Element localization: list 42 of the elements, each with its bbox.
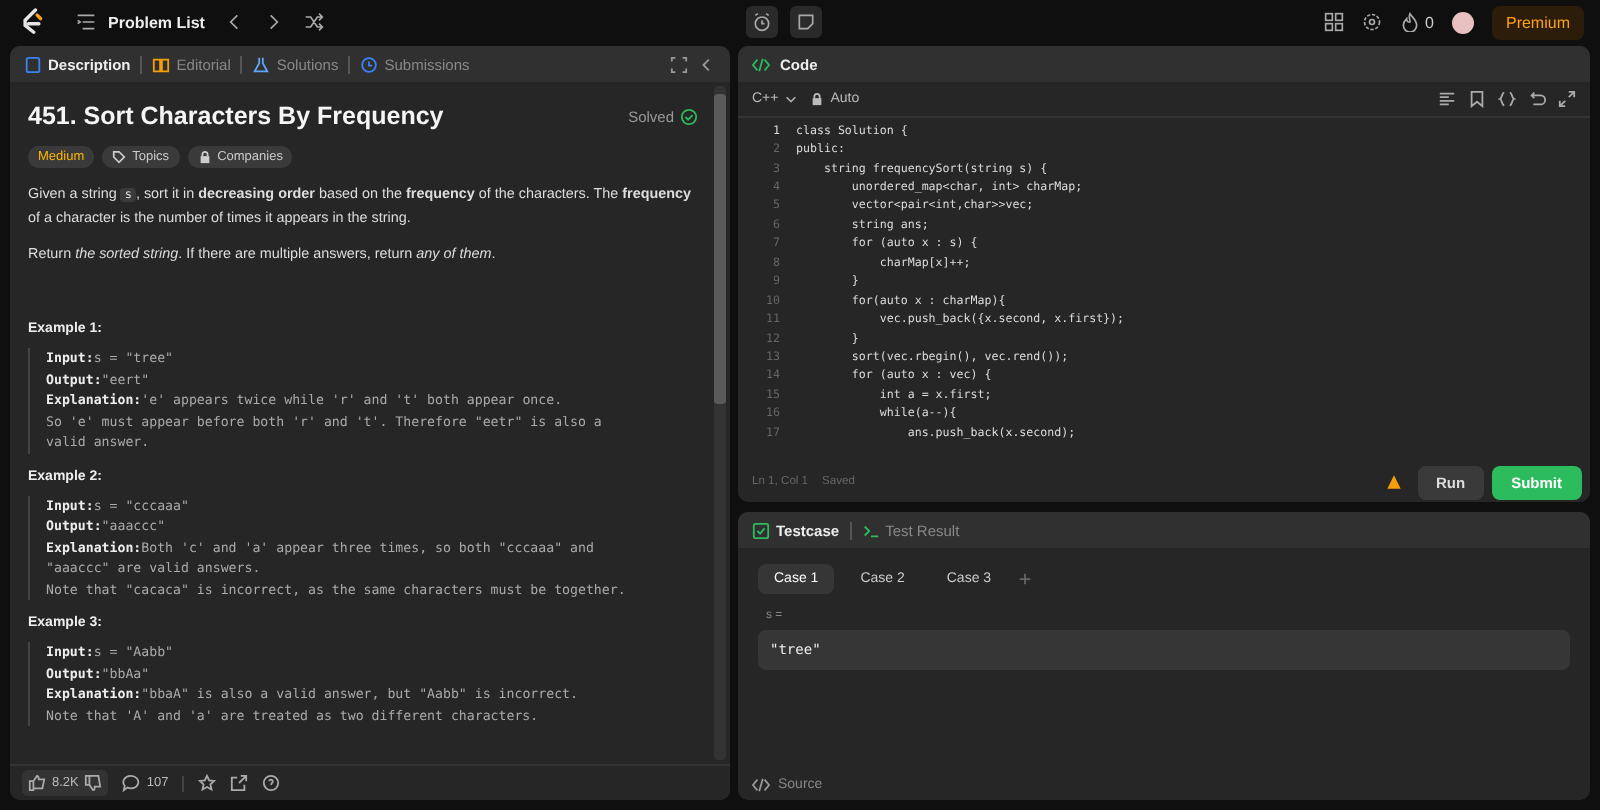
lock-icon [810, 92, 825, 106]
notes-button[interactable] [790, 6, 822, 38]
scrollbar[interactable] [714, 86, 726, 760]
star-icon[interactable] [198, 774, 217, 792]
problem-list-button[interactable]: Problem List [76, 12, 205, 32]
comment-icon[interactable] [122, 774, 141, 792]
lock-icon [197, 150, 212, 164]
thumbs-up-icon[interactable] [28, 774, 46, 792]
shuffle-icon[interactable] [304, 12, 325, 32]
list-icon [76, 12, 96, 32]
code-icon [752, 55, 770, 73]
share-icon[interactable] [230, 774, 249, 792]
flask-icon [252, 55, 271, 73]
alarm-clock-icon [752, 12, 772, 32]
layout-icon[interactable] [1323, 12, 1344, 32]
premium-button[interactable]: Premium [1491, 5, 1584, 39]
note-icon [796, 12, 816, 32]
terminal-icon [861, 521, 880, 539]
maximize-icon[interactable] [670, 55, 688, 73]
braces-icon[interactable] [1498, 90, 1516, 108]
reset-icon[interactable] [1528, 90, 1546, 108]
add-icon[interactable] [1017, 572, 1032, 586]
book-icon [152, 55, 171, 73]
settings-icon[interactable] [1361, 12, 1382, 32]
thumbs-down-icon[interactable] [84, 774, 103, 792]
bookmark-icon[interactable] [1468, 90, 1486, 108]
timer-button[interactable] [746, 6, 778, 38]
problem-title: 451. Sort Characters By Frequency [28, 102, 446, 130]
flame-icon [1399, 12, 1420, 32]
logo-icon[interactable] [20, 8, 44, 36]
check-circle-icon [680, 107, 698, 125]
expand-icon[interactable] [1558, 90, 1576, 108]
avatar[interactable] [1451, 11, 1474, 33]
document-icon [24, 55, 42, 73]
help-icon[interactable] [262, 774, 281, 792]
format-icon[interactable] [1438, 90, 1456, 108]
checkbox-icon [752, 521, 770, 539]
chevron-down-icon [784, 92, 799, 106]
streak-count: 0 [1425, 13, 1434, 31]
tag-icon [112, 150, 127, 164]
code-icon [752, 775, 770, 793]
history-icon [360, 55, 379, 73]
